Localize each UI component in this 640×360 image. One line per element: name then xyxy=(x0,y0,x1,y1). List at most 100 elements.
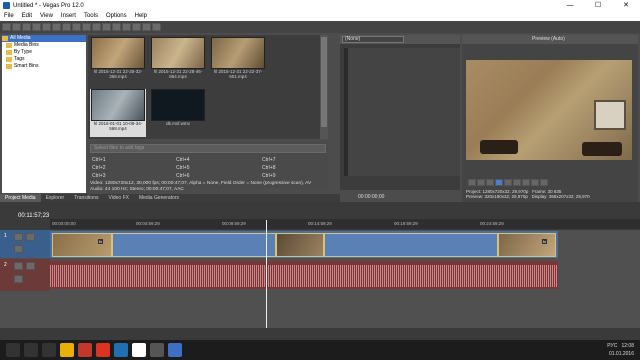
menu-tools[interactable]: Tools xyxy=(80,13,102,19)
video-track[interactable]: fx fx xyxy=(50,231,558,258)
thumbnail-image xyxy=(211,37,265,69)
media-thumbnail[interactable]: dk.mxf.wmv xyxy=(150,89,206,137)
video-clip[interactable] xyxy=(498,233,556,257)
pause-icon[interactable] xyxy=(504,179,512,186)
record-icon[interactable] xyxy=(468,179,476,186)
skype-icon[interactable] xyxy=(114,343,128,357)
selection-tool-icon[interactable] xyxy=(142,23,151,31)
paste-icon[interactable] xyxy=(72,23,81,31)
audio-track[interactable] xyxy=(50,261,558,289)
tree-item-media-bins[interactable]: Media Bins xyxy=(2,42,86,49)
menu-view[interactable]: View xyxy=(36,13,57,19)
menu-options[interactable]: Options xyxy=(102,13,131,19)
play-from-start-icon[interactable] xyxy=(486,179,494,186)
tree-item-by-type[interactable]: By Type xyxy=(2,49,86,56)
steam-icon[interactable] xyxy=(150,343,164,357)
render-icon[interactable] xyxy=(32,23,41,31)
tag-slot-6[interactable]: Ctrl+6 xyxy=(176,173,189,179)
edit-tool-icon[interactable] xyxy=(122,23,131,31)
save-icon[interactable] xyxy=(22,23,31,31)
preview-quality-select[interactable]: Preview (Auto) xyxy=(532,36,565,42)
tag-slot-1[interactable]: Ctrl+1 xyxy=(92,157,105,163)
thumbnail-image xyxy=(151,37,205,69)
scrollbar-thumb[interactable] xyxy=(321,37,327,127)
copy-icon[interactable] xyxy=(62,23,71,31)
close-button[interactable]: ✕ xyxy=(612,0,640,11)
video-clip[interactable] xyxy=(112,233,276,257)
tree-item-all-media[interactable]: All Media xyxy=(2,35,86,42)
tree-item-tags[interactable]: Tags xyxy=(2,56,86,63)
ruler-mark: 00:09:59;29 xyxy=(222,221,246,226)
windows-taskbar xyxy=(0,340,640,360)
tab-project-media[interactable]: Project Media xyxy=(0,194,41,202)
redo-icon[interactable] xyxy=(92,23,101,31)
prev-frame-icon[interactable] xyxy=(522,179,530,186)
play-icon[interactable] xyxy=(495,179,503,186)
tab-video-fx[interactable]: Video FX xyxy=(103,194,133,202)
mute-icon[interactable] xyxy=(14,233,23,241)
ripple-icon[interactable] xyxy=(112,23,121,31)
menu-help[interactable]: Help xyxy=(131,13,151,19)
tab-media-generators[interactable]: Media Generators xyxy=(134,194,184,202)
tag-slot-8[interactable]: Ctrl+8 xyxy=(262,165,275,171)
trimmer-source-select[interactable]: (None) xyxy=(342,36,404,43)
media-thumbnail-selected[interactable]: hl 2016-01-01 10-08-34-568.mp4 xyxy=(90,89,146,137)
undo-icon[interactable] xyxy=(82,23,91,31)
tag-slot-9[interactable]: Ctrl+9 xyxy=(262,173,275,179)
video-track-header[interactable]: 1 xyxy=(0,230,50,258)
tab-transitions[interactable]: Transitions xyxy=(69,194,103,202)
csgo-icon[interactable] xyxy=(78,343,92,357)
vegas-taskbar-icon[interactable] xyxy=(168,343,182,357)
loop-icon[interactable] xyxy=(477,179,485,186)
properties-icon[interactable] xyxy=(42,23,51,31)
tag-slot-2[interactable]: Ctrl+2 xyxy=(92,165,105,171)
solo-icon[interactable] xyxy=(26,233,35,241)
audio-waveform xyxy=(50,265,558,287)
mute-icon[interactable] xyxy=(14,262,23,270)
thumbnail-scrollbar[interactable] xyxy=(320,35,328,139)
menu-insert[interactable]: Insert xyxy=(57,13,80,19)
tree-item-smart-bins[interactable]: Smart Bins xyxy=(2,63,86,70)
snap-icon[interactable] xyxy=(102,23,111,31)
timeline-ruler[interactable]: 00:00:00;00 00:04:59;29 00:09:59;29 00:1… xyxy=(50,219,640,229)
video-clip[interactable] xyxy=(52,233,112,257)
envelope-tool-icon[interactable] xyxy=(132,23,141,31)
explorer-icon[interactable] xyxy=(60,343,74,357)
open-icon[interactable] xyxy=(12,23,21,31)
new-project-icon[interactable] xyxy=(2,23,11,31)
media-thumbnail[interactable]: hl 2015-12-31 22-22-37-601.mp4 xyxy=(210,37,266,85)
stop-icon[interactable] xyxy=(513,179,521,186)
clip-fx-tag[interactable]: fx xyxy=(542,239,548,244)
media-thumbnail[interactable]: hl 2015-12-31 22-28-46-864.mp4 xyxy=(150,37,206,85)
playhead-cursor[interactable] xyxy=(266,220,267,328)
tag-slot-3[interactable]: Ctrl+3 xyxy=(92,173,105,179)
video-clip[interactable] xyxy=(276,233,324,257)
search-icon[interactable] xyxy=(24,343,38,357)
minimize-button[interactable]: — xyxy=(556,0,584,11)
video-clip[interactable] xyxy=(324,233,498,257)
tag-slot-5[interactable]: Ctrl+5 xyxy=(176,165,189,171)
menu-file[interactable]: File xyxy=(0,13,18,19)
audio-track-header[interactable]: 2 xyxy=(0,259,50,291)
clip-fx-tag[interactable]: fx xyxy=(98,239,104,244)
system-clock[interactable]: РУС 12:08 01.01.2016 xyxy=(607,340,634,360)
start-button-icon[interactable] xyxy=(6,343,20,357)
media-thumbnail[interactable]: hl 2015-12-31 22-35-32-368.mp4 xyxy=(90,37,146,85)
zoom-tool-icon[interactable] xyxy=(152,23,161,31)
maximize-button[interactable]: ☐ xyxy=(584,0,612,11)
next-frame-icon[interactable] xyxy=(531,179,539,186)
tab-explorer[interactable]: Explorer xyxy=(41,194,70,202)
tag-slot-7[interactable]: Ctrl+7 xyxy=(262,157,275,163)
tag-input[interactable]: Select files to add tags xyxy=(90,144,326,153)
preview-scene-hand xyxy=(582,142,622,156)
chrome-icon[interactable] xyxy=(132,343,146,357)
volume-knob-icon[interactable] xyxy=(14,275,23,283)
cut-icon[interactable] xyxy=(52,23,61,31)
tag-slot-4[interactable]: Ctrl+4 xyxy=(176,157,189,163)
youtube-icon[interactable] xyxy=(96,343,110,357)
solo-icon[interactable] xyxy=(26,262,35,270)
task-view-icon[interactable] xyxy=(42,343,56,357)
fx-icon[interactable] xyxy=(14,245,23,253)
menu-edit[interactable]: Edit xyxy=(18,13,36,19)
go-to-end-icon[interactable] xyxy=(540,179,548,186)
